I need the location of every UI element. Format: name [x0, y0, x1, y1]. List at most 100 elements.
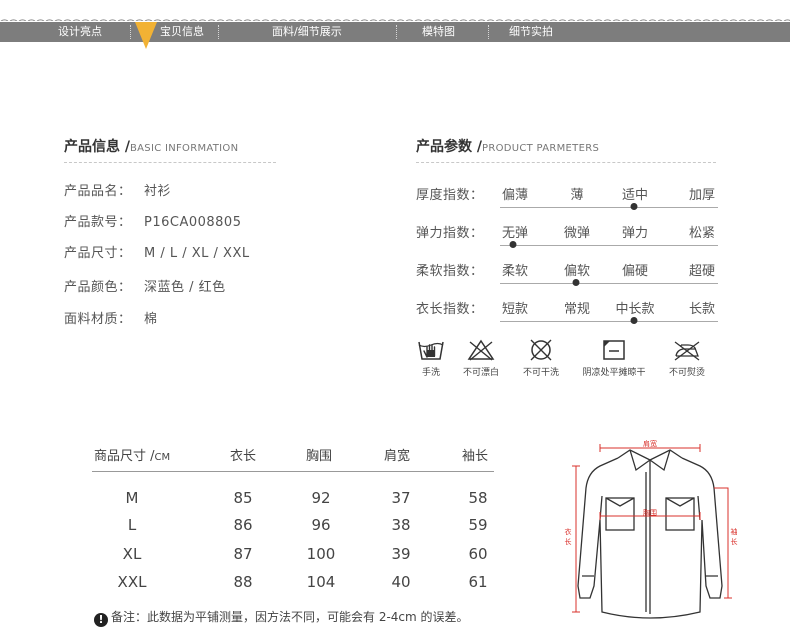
info-value: 衬衫 [144, 184, 172, 199]
size-table-header-shoulder: 肩宽 [384, 449, 411, 464]
size-table-value-cell: 58 [468, 489, 488, 507]
param-label: 衣长指数： [416, 302, 484, 317]
nav-item-detail-photos[interactable]: 细节实拍 [509, 22, 553, 42]
size-table-value-cell: 86 [233, 516, 253, 534]
dry-flat-shade-icon [603, 340, 625, 360]
param-selected-marker [630, 317, 638, 324]
info-label: 面料材质： [64, 312, 132, 327]
params-heading: 产品参数 /PRODUCT PARMETERS [416, 136, 599, 156]
active-nav-marker [135, 22, 157, 49]
divider [416, 162, 716, 163]
shirt-outline [577, 449, 723, 619]
param-option: 柔软 [501, 264, 529, 279]
length-label-1: 衣 [565, 527, 572, 536]
nav-separator [130, 25, 131, 39]
size-table-header-size: 商品尺寸 /CM [94, 445, 170, 464]
shirt-diagram-svg: 肩宽 胸围 衣 长 袖 长 [565, 439, 738, 619]
warning-icon: ! [94, 613, 108, 627]
size-table-value-cell: 100 [306, 545, 336, 563]
size-table-value-cell: 60 [468, 545, 488, 563]
param-option: 长款 [688, 302, 716, 317]
basic-info-title-en: BASIC INFORMATION [130, 143, 239, 154]
param-option: 偏硬 [621, 264, 649, 279]
size-table-value-cell: 38 [391, 516, 411, 534]
chain-pattern [0, 18, 790, 21]
care-no-dry-clean: 不可干洗 [501, 338, 581, 378]
length-label-2: 长 [565, 537, 572, 546]
measurement-note: ! 备注：此数据为平铺测量，因方法不同，可能会有 2-4cm 的误差。 [94, 608, 469, 627]
size-header-text: 商品尺寸 / [94, 449, 155, 464]
param-option: 偏软 [563, 264, 591, 279]
info-row-style-no: 产品款号： P16CA008805 [64, 211, 241, 230]
size-table-value-cell: 85 [233, 489, 253, 507]
sleeve-label-1: 袖 [731, 527, 738, 536]
param-row: 衣长指数： 短款 常规 中长款 长款 [416, 298, 726, 328]
size-table-header-chest: 胸围 [306, 449, 333, 464]
size-table-size-cell: M [125, 489, 139, 507]
section-nav-bar: 设计亮点 宝贝信息 面料/细节展示 模特图 细节实拍 [0, 22, 790, 42]
chest-label: 胸围 [643, 508, 657, 517]
params-title-en: PRODUCT PARMETERS [482, 143, 600, 154]
info-row-material: 面料材质： 棉 [64, 308, 158, 327]
no-iron-icon [674, 341, 700, 361]
size-table-value-cell: 37 [391, 489, 411, 507]
param-option: 无弹 [501, 226, 529, 241]
param-option: 短款 [501, 302, 529, 317]
param-label: 厚度指数： [416, 188, 484, 203]
note-text: 备注：此数据为平铺测量，因方法不同，可能会有 2-4cm 的误差。 [111, 610, 469, 624]
info-label: 产品款号： [64, 215, 132, 230]
param-selected-marker [572, 279, 580, 286]
size-table-size-cell: L [127, 516, 137, 534]
sleeve-label-2: 长 [731, 537, 738, 546]
param-option: 中长款 [615, 302, 655, 317]
nav-item-product-info[interactable]: 宝贝信息 [160, 22, 204, 42]
param-option: 超硬 [688, 264, 716, 279]
size-table-value-cell: 40 [391, 573, 411, 591]
nav-item-model-photos[interactable]: 模特图 [422, 22, 455, 42]
shoulder-label: 肩宽 [643, 439, 657, 448]
nav-separator [396, 25, 397, 39]
no-dry-clean-icon [530, 339, 552, 361]
size-table-value-cell: 104 [306, 573, 336, 591]
care-label: 不可熨烫 [668, 368, 705, 378]
size-table-size-cell: XXL [117, 573, 147, 591]
param-scale-track [500, 321, 718, 322]
care-label: 不可干洗 [522, 368, 559, 378]
param-row: 厚度指数： 偏薄 薄 适中 加厚 [416, 184, 726, 214]
info-label: 产品颜色： [64, 280, 132, 295]
param-option: 常规 [563, 302, 591, 317]
param-option: 偏薄 [501, 188, 529, 203]
size-table-value-cell: 61 [468, 573, 488, 591]
size-table-divider [92, 471, 494, 472]
care-label: 阴凉处平摊晾干 [582, 368, 646, 378]
param-option: 薄 [570, 188, 584, 203]
size-table-header-sleeve: 袖长 [462, 449, 489, 464]
size-table-header-length: 衣长 [230, 449, 257, 464]
size-table-value-cell: 88 [233, 573, 253, 591]
size-table-value-cell: 92 [311, 489, 331, 507]
param-option: 弹力 [621, 226, 649, 241]
info-row-sizes: 产品尺寸： M / L / XL / XXL [64, 242, 250, 261]
basic-info-heading: 产品信息 /BASIC INFORMATION [64, 136, 238, 156]
nav-item-fabric-details[interactable]: 面料/细节展示 [272, 22, 342, 42]
param-scale-track [500, 245, 718, 246]
size-table-size-cell: XL [122, 545, 142, 563]
info-row-colors: 产品颜色： 深蓝色 / 红色 [64, 276, 226, 295]
param-scale-track [500, 283, 718, 284]
nav-separator [218, 25, 219, 39]
care-no-iron: 不可熨烫 [647, 338, 727, 378]
nav-item-design-highlights[interactable]: 设计亮点 [58, 22, 102, 42]
size-table-value-cell: 59 [468, 516, 488, 534]
sleeve-measure-line [714, 487, 732, 599]
param-option: 微弹 [563, 226, 591, 241]
param-selected-marker [630, 203, 638, 210]
param-option: 适中 [621, 188, 649, 203]
param-option: 松紧 [688, 226, 716, 241]
care-dry-flat-shade: 阴凉处平摊晾干 [574, 338, 654, 378]
info-label: 产品品名： [64, 184, 132, 199]
info-label: 产品尺寸： [64, 246, 132, 261]
param-scale-track [500, 207, 718, 208]
size-table-value-cell: 39 [391, 545, 411, 563]
info-value: 深蓝色 / 红色 [144, 280, 226, 295]
size-header-unit: CM [154, 452, 171, 463]
